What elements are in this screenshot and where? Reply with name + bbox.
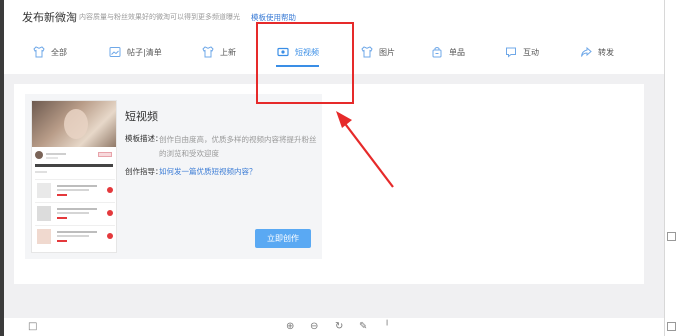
shirt-icon <box>361 46 373 58</box>
tab-forward[interactable]: 转发 <box>579 40 614 64</box>
square-icon[interactable]: □ <box>28 321 37 332</box>
page-subtitle: 内容质量与粉丝效果好的微淘可以得到更多频道曝光 <box>79 13 240 21</box>
tab-interaction[interactable]: 互动 <box>504 40 539 64</box>
zoom-in-icon[interactable]: ⊕ <box>286 321 294 332</box>
zoom-out-icon[interactable]: ⊖ <box>310 321 318 332</box>
tab-label: 单品 <box>449 47 465 57</box>
tab-single-item[interactable]: 单品 <box>430 40 465 64</box>
page: 发布新微淘 内容质量与粉丝效果好的微淘可以得到更多频道曝光 模板使用帮助 全部 … <box>0 0 679 336</box>
preview-photo <box>32 101 116 147</box>
tab-label: 转发 <box>598 47 614 57</box>
template-card-short-video[interactable]: 短视频 模板描述： 创作自由度高，优质多样的视频内容将提升粉丝的浏览和受欢迎度 … <box>25 94 322 259</box>
page-title: 发布新微淘 <box>22 11 77 24</box>
tab-all[interactable]: 全部 <box>32 40 67 64</box>
template-name: 短视频 <box>125 110 158 123</box>
share-icon <box>581 46 592 57</box>
tab-label: 互动 <box>523 47 539 57</box>
creation-guide-label: 创作指导： <box>125 167 163 176</box>
tab-posts-list[interactable]: 帖子|清单 <box>108 40 162 64</box>
tab-label: 帖子|清单 <box>127 47 162 57</box>
bag-icon <box>432 47 442 58</box>
avatar <box>35 151 43 159</box>
creation-guide-link[interactable]: 如何发一篇优质短视频内容？ <box>159 166 257 177</box>
list-item <box>35 225 115 246</box>
right-scrollbar[interactable] <box>664 0 679 336</box>
shirt-icon <box>33 46 45 58</box>
tab-label: 图片 <box>379 47 395 57</box>
annotation-highlight-box <box>256 22 354 104</box>
list-item <box>35 179 115 200</box>
tab-label: 全部 <box>51 47 67 57</box>
template-desc: 创作自由度高，优质多样的视频内容将提升粉丝的浏览和受欢迎度 <box>159 135 317 158</box>
edit-icon[interactable]: ✎ <box>359 321 367 332</box>
list-item <box>35 202 115 223</box>
tab-images[interactable]: 图片 <box>360 40 395 64</box>
follow-badge <box>98 152 112 157</box>
create-now-button[interactable]: 立即创作 <box>255 229 311 248</box>
bottom-toolbar: □ ⊕ ⊖ ↻ ✎ ╵ <box>4 318 664 336</box>
more-icon[interactable]: ╵ <box>384 321 390 332</box>
template-desc-label: 模板描述： <box>125 134 163 143</box>
chat-icon <box>506 47 516 58</box>
image-list-icon <box>109 47 121 57</box>
tab-new-arrivals[interactable]: 上新 <box>201 40 236 64</box>
rotate-icon[interactable]: ↻ <box>335 321 343 332</box>
scroll-marker <box>667 322 676 331</box>
tab-label: 上新 <box>220 47 236 57</box>
shirt-icon <box>202 46 214 58</box>
template-preview-image <box>31 100 117 253</box>
preview-title <box>35 164 113 167</box>
template-list: 短视频 模板描述： 创作自由度高，优质多样的视频内容将提升粉丝的浏览和受欢迎度 … <box>14 84 644 284</box>
scroll-marker <box>667 232 676 241</box>
